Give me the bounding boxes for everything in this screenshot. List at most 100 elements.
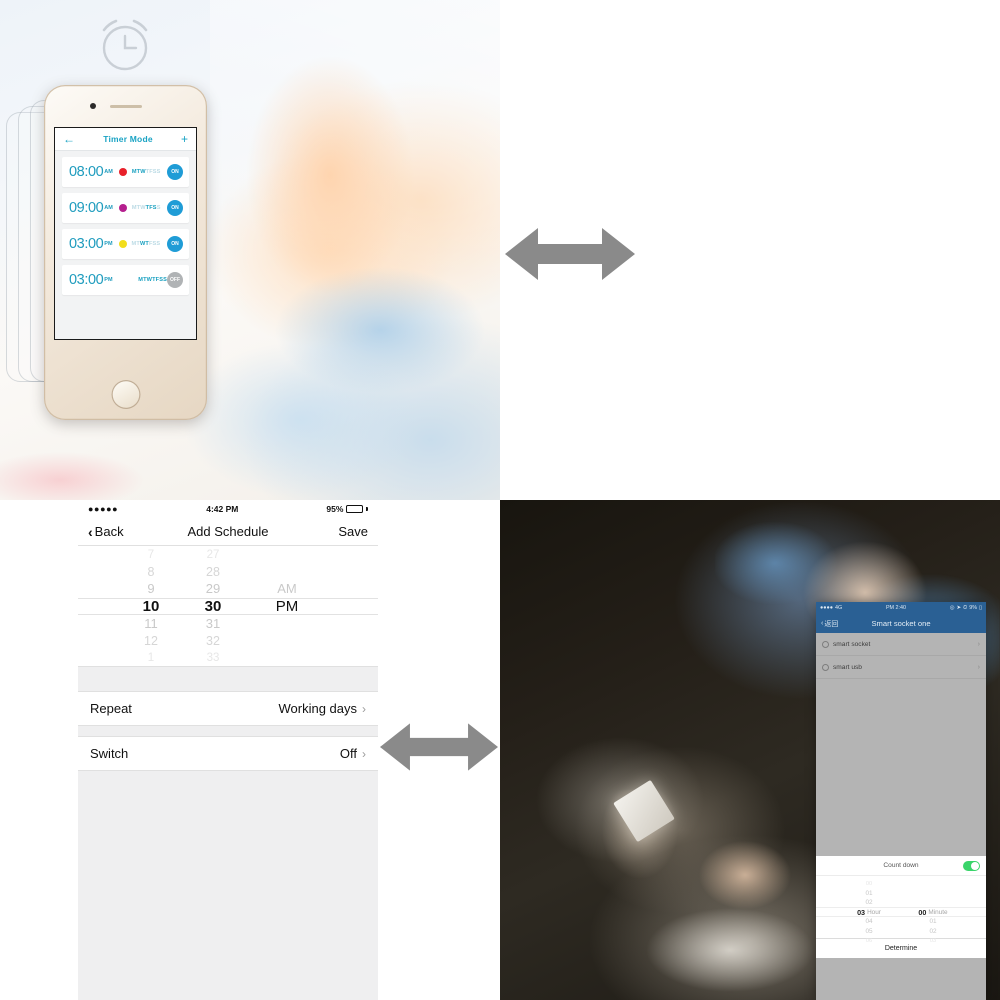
countdown-picker[interactable]: 00 01 02 03 Hour 04 05 06 00 Minute 01 0… — [816, 876, 986, 944]
countdown-toggle[interactable] — [963, 861, 980, 871]
chevron-right-icon: › — [977, 640, 980, 648]
list-item[interactable]: 09:00 AM MTWTFSS ON — [62, 193, 189, 223]
item-label: smart socket — [833, 640, 871, 648]
list-item[interactable]: 08:00 AM MTWTFSS ON — [62, 157, 189, 187]
picker-item[interactable]: 32 — [182, 632, 244, 649]
picker-item[interactable]: 01 — [845, 889, 893, 899]
bluetooth-icon: ➤ — [956, 605, 961, 611]
picker-item[interactable]: 8 — [120, 563, 182, 580]
minute-column[interactable]: 27 28 29 30 31 32 33 — [182, 546, 244, 666]
picker-item[interactable]: 01 — [909, 917, 957, 927]
picker-item[interactable]: 29 — [182, 580, 244, 597]
picker-item[interactable]: AM — [244, 580, 330, 597]
list-item-smart-socket[interactable]: smart socket › — [816, 633, 986, 656]
alarm-color-dot — [118, 204, 127, 212]
item-label: smart usb — [833, 663, 862, 671]
battery-icon: ▯ — [979, 605, 982, 611]
home-button[interactable] — [111, 380, 140, 409]
alarm-toggle[interactable]: ON — [167, 164, 183, 180]
status-time: PM 2:40 — [885, 605, 907, 611]
picker-item[interactable]: 11 — [120, 615, 182, 632]
network-label: 4G — [835, 605, 843, 611]
list-item[interactable]: 03:00 PM MTWTFSS ON — [62, 229, 189, 259]
alarm-days: MTWTFSS — [131, 241, 161, 247]
signal-dots-icon: ●●●● — [820, 605, 834, 611]
save-button[interactable]: Save — [268, 524, 368, 539]
picker-item[interactable]: 12 — [120, 632, 182, 649]
status-bar: ●●●●● 4:42 PM 95% — [78, 500, 378, 518]
meridiem-column[interactable]: AM PM — [244, 546, 330, 666]
phone-screen: ← Timer Mode + 08:00 AM MTWTFSS ON 09:00 — [54, 127, 197, 340]
switch-row[interactable]: Switch Off › — [78, 737, 378, 770]
alarm-days: MTWTFSS — [131, 169, 161, 175]
battery-icon — [346, 505, 364, 513]
row-value-text: Off — [339, 746, 357, 761]
picker-item[interactable]: 02 — [909, 927, 957, 937]
alarm-time: 09:00 — [69, 200, 104, 216]
countdown-header: Count down — [816, 856, 986, 876]
chevron-right-icon: › — [362, 746, 366, 761]
picker-item[interactable]: 33 — [182, 649, 244, 666]
picker-item-selected[interactable]: PM — [244, 598, 330, 615]
time-picker[interactable]: 7 8 9 10 11 12 1 27 28 29 30 31 32 33 AM… — [78, 546, 378, 666]
back-label: Back — [94, 524, 124, 539]
alarm-clock-icon — [102, 19, 148, 71]
hour-column[interactable]: 7 8 9 10 11 12 1 — [120, 546, 182, 666]
alarm-days: MTWTFSS — [131, 205, 161, 211]
repeat-row[interactable]: Repeat Working days › — [78, 692, 378, 725]
back-button[interactable]: ‹ Back — [88, 524, 188, 539]
picker-item-selected[interactable]: 10 — [120, 598, 182, 615]
add-schedule-screen-pm: ●●●●● 4:42 PM 95% ‹ Back Add Schedule Sa… — [78, 500, 378, 1000]
alarm-toggle[interactable]: ON — [167, 200, 183, 216]
panel-bottom-right: ●●●● 4G PM 2:40 ◎ ➤ ⏲ 9% ▯ ‹ 返回 Smart so… — [500, 500, 1000, 1000]
navigation-bar: ‹ Back Add Schedule Save — [78, 518, 378, 546]
alarm-days: MTWTFSS — [138, 277, 167, 283]
horizontal-double-arrow — [380, 723, 498, 771]
picker-item[interactable]: 03 — [909, 936, 957, 946]
battery-percent: 95% — [326, 504, 344, 514]
picker-item[interactable]: 05 — [845, 927, 893, 937]
alarm-meridiem: PM — [104, 241, 113, 247]
section-gap — [78, 725, 378, 737]
phone-camera — [90, 103, 96, 109]
alarm-icon: ⏲ — [963, 604, 968, 611]
battery-percent: 9% — [969, 605, 978, 611]
picker-item[interactable]: 00 — [845, 879, 893, 889]
alarm-time: 03:00 — [69, 236, 104, 252]
list-item-smart-usb[interactable]: smart usb › — [816, 656, 986, 679]
alarm-color-dot — [118, 168, 127, 176]
picker-item[interactable]: 04 — [845, 917, 893, 927]
iphone-mockup: ← Timer Mode + 08:00 AM MTWTFSS ON 09:00 — [44, 85, 207, 420]
picker-item[interactable]: 1 — [120, 649, 182, 666]
row-label: Repeat — [90, 701, 132, 716]
empty-area — [78, 770, 378, 1000]
alarm-time: 08:00 — [69, 164, 104, 180]
alarm-meridiem: AM — [104, 169, 113, 175]
picker-item[interactable]: 06 — [845, 936, 893, 946]
chevron-right-icon: › — [362, 701, 366, 716]
panel-bottom-left: ●●●●● 4:42 PM 95% ‹ Back Add Schedule Sa… — [0, 500, 500, 1000]
picker-item[interactable]: 9 — [120, 580, 182, 597]
plus-icon[interactable]: + — [181, 133, 188, 145]
alarm-toggle[interactable]: OFF — [167, 272, 183, 288]
composite-product-image: ← Timer Mode + 08:00 AM MTWTFSS ON 09:00 — [0, 0, 1000, 1000]
row-label: Switch — [90, 746, 129, 761]
smart-socket-app-screen: ●●●● 4G PM 2:40 ◎ ➤ ⏲ 9% ▯ ‹ 返回 Smart so… — [816, 602, 986, 1000]
list-item[interactable]: 03:00 PM MTWTFSS OFF — [62, 265, 189, 295]
signal-dots-icon: ●●●●● — [88, 504, 119, 514]
status-bar: ●●●● 4G PM 2:40 ◎ ➤ ⏲ 9% ▯ — [816, 602, 986, 614]
alarm-list: 08:00 AM MTWTFSS ON 09:00 AM MTWTFSS ON — [55, 151, 196, 295]
alarm-time: 03:00 — [69, 272, 104, 288]
picker-item-selected[interactable]: 30 — [182, 598, 244, 615]
picker-item[interactable]: 7 — [120, 546, 182, 563]
row-value-text: Working days — [278, 701, 357, 716]
phone-speaker — [109, 105, 142, 108]
alarm-toggle[interactable]: ON — [167, 236, 183, 252]
panel-top-right: ●●●●● 4:43 PM 95% ‹ Back Add Schedule Sa… — [500, 0, 1000, 500]
picker-item[interactable]: 28 — [182, 563, 244, 580]
alarm-color-dot — [118, 240, 127, 248]
picker-item[interactable]: 31 — [182, 615, 244, 632]
picker-item[interactable]: 27 — [182, 546, 244, 563]
arrow-left-icon[interactable]: ← — [63, 133, 75, 145]
determine-button[interactable]: Determine — [816, 938, 986, 958]
